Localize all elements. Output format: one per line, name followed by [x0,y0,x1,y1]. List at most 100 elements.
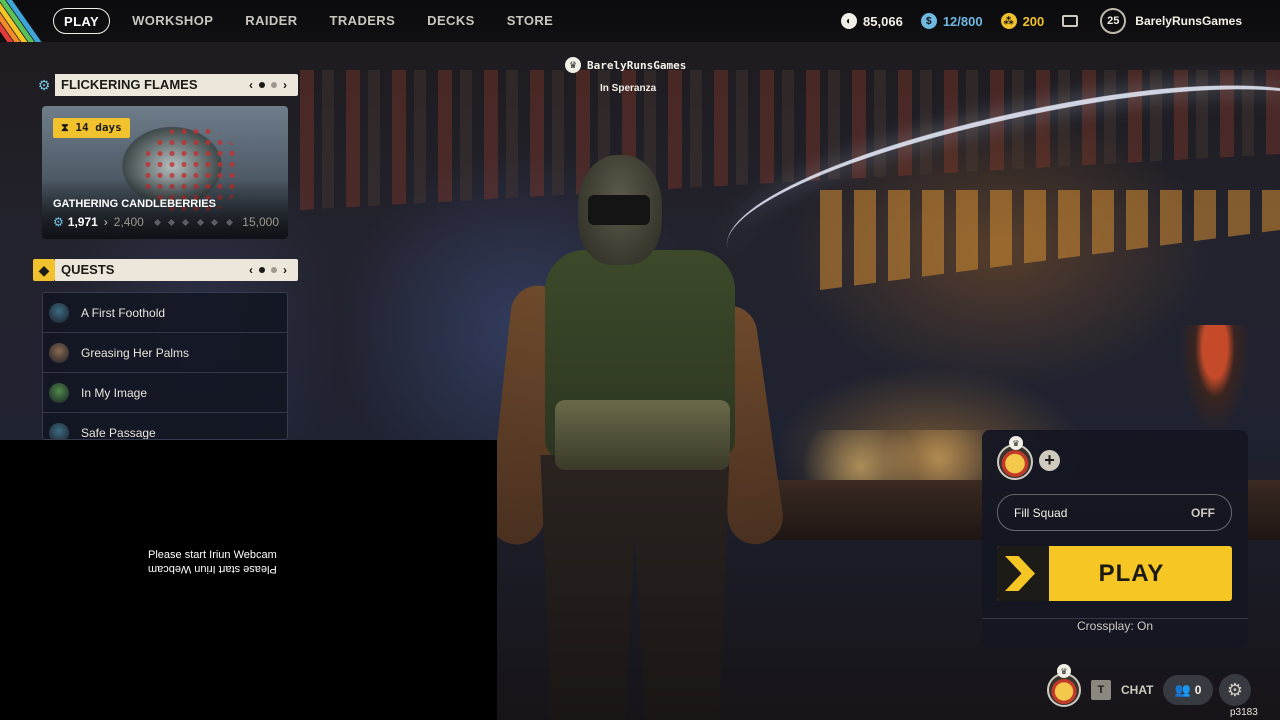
crown-icon: ♛ [565,57,581,73]
event-timer-badge: ⧗ 14 days [53,118,130,138]
event-panel-title: FLICKERING FLAMES [61,77,198,92]
progress-current: 1,971 [67,215,98,229]
friends-icon: 👥 [1174,682,1191,697]
pennant-flags [820,190,1280,290]
quests-pager: ‹ › [246,259,298,281]
player-name: BarelyRunsGames [587,58,687,72]
quest-label: In My Image [81,385,148,400]
nav-tab-workshop[interactable]: WORKSHOP [132,8,213,34]
progress-next: 2,400 [113,215,144,229]
quest-giver-avatar [49,382,69,403]
fill-squad-label: Fill Squad [1014,505,1068,520]
quest-item[interactable]: Greasing Her Palms [43,333,287,373]
nav-tab-decks[interactable]: DECKS [427,8,475,34]
chat-key-hint: T [1091,680,1111,700]
crown-icon: ♛ [1057,664,1071,678]
raider-token-currency[interactable]: ⁂ 200 [1000,13,1045,29]
cred-currency[interactable]: $ 12/800 [920,13,983,29]
webcam-message-mirrored: Please start Iriun Webcam [148,563,277,575]
event-name: GATHERING CANDLEBERRIES [53,198,216,210]
progress-pip [182,218,190,226]
raider-token-value: 200 [1022,13,1045,29]
player-avatar[interactable] [1047,673,1081,707]
chevron-right-icon [997,546,1049,601]
nav-tab-traders[interactable]: TRADERS [330,8,396,34]
gear-icon: ⚙ [37,76,51,93]
character-visor [588,195,650,225]
nav-tab-play[interactable]: PLAY [53,8,111,34]
chevron-left-icon[interactable]: ‹ [249,259,253,281]
play-button[interactable]: PLAY [997,546,1232,601]
crown-icon: ♛ [1009,436,1023,450]
build-id: p3183 [1230,707,1258,718]
settings-gear-icon[interactable]: ⚙ [1219,674,1251,706]
inbox-icon[interactable] [1062,15,1079,27]
main-nav: PLAY WORKSHOP RAIDER TRADERS DECKS STORE [53,8,585,34]
hourglass-icon: ⧗ [61,121,76,134]
fill-squad-toggle[interactable]: Fill Squad OFF [997,494,1232,531]
quests-panel-title: QUESTS [61,262,115,277]
quest-list: A First Foothold Greasing Her Palms In M… [42,292,288,440]
event-panel-title-bar: FLICKERING FLAMES ‹ › [55,74,298,96]
raider-character [486,155,787,720]
player-location: In Speranza [600,83,657,94]
chevron-right-icon[interactable]: › [283,259,287,281]
quest-giver-avatar [49,302,69,323]
quests-panel-header: ◆ QUESTS ‹ › [33,259,298,281]
quest-item[interactable]: In My Image [43,373,287,413]
rainbow-stripes-logo [0,0,44,42]
coins-icon: ◐ [841,13,858,29]
webcam-overlay: Please start Iriun Webcam Please start I… [0,440,497,720]
progress-max: 15,000 [242,215,279,229]
character-belt [555,400,730,470]
pager-dot [271,82,277,88]
pager-dot [271,267,277,273]
profile-username[interactable]: BarelyRunsGames [1135,14,1242,28]
quests-title-bar: QUESTS ‹ › [55,259,298,281]
quest-giver-avatar [49,342,69,363]
character-legs [540,455,730,720]
crossplay-status: Crossplay: On [982,618,1248,633]
progress-pips [144,218,242,226]
raider-token-icon: ⁂ [1000,13,1017,29]
chevron-right-icon[interactable]: › [283,74,287,96]
event-panel-header: ⚙ FLICKERING FLAMES ‹ › [33,74,298,96]
quest-label: Greasing Her Palms [81,345,190,360]
progress-pip [196,218,204,226]
event-pager: ‹ › [246,74,298,96]
quest-diamond-icon: ◆ [33,259,55,281]
progress-pip [211,218,219,226]
progress-pip [225,218,233,226]
friends-count: 0 [1194,683,1202,697]
top-navigation-bar: PLAY WORKSHOP RAIDER TRADERS DECKS STORE… [0,0,1280,42]
progress-pip [153,218,161,226]
fill-squad-state: OFF [1191,505,1215,520]
add-squad-member-button[interactable]: + [1039,450,1060,471]
quest-item[interactable]: Safe Passage [43,413,287,439]
nav-tab-raider[interactable]: RAIDER [245,8,297,34]
gear-icon: ⚙ [53,215,64,229]
event-progress: ⚙ 1,971 › 2,400 15,000 [53,215,279,229]
play-button-label: PLAY [1098,559,1165,587]
squad-panel: ♛ + Fill Squad OFF PLAY Crossplay: On [982,430,1248,648]
player-level-badge[interactable]: 25 [1100,8,1127,34]
cred-icon: $ [920,13,937,29]
pager-dot [259,82,265,88]
quest-label: A First Foothold [81,305,166,320]
player-nameplate: ♛ BarelyRunsGames In Speranza [565,57,686,94]
pager-dot [259,267,265,273]
coins-currency[interactable]: ◐ 85,066 [841,13,903,29]
chevron-left-icon[interactable]: ‹ [249,74,253,96]
chat-button[interactable]: CHAT [1121,683,1153,697]
coins-value: 85,066 [863,13,903,29]
currency-bar: ◐ 85,066 $ 12/800 ⁂ 200 25 BarelyRunsGam… [841,0,1280,42]
friends-button[interactable]: 👥 0 [1163,675,1213,705]
webcam-message: Please start Iriun Webcam [148,549,277,561]
progress-pip [167,218,175,226]
event-card[interactable]: ⧗ 14 days GATHERING CANDLEBERRIES ⚙ 1,97… [42,106,288,239]
event-timer: 14 days [75,121,122,134]
chevron-right-icon: › [103,215,108,229]
nav-tab-store[interactable]: STORE [507,8,554,34]
quest-giver-avatar [49,422,69,439]
quest-item[interactable]: A First Foothold [43,293,287,333]
